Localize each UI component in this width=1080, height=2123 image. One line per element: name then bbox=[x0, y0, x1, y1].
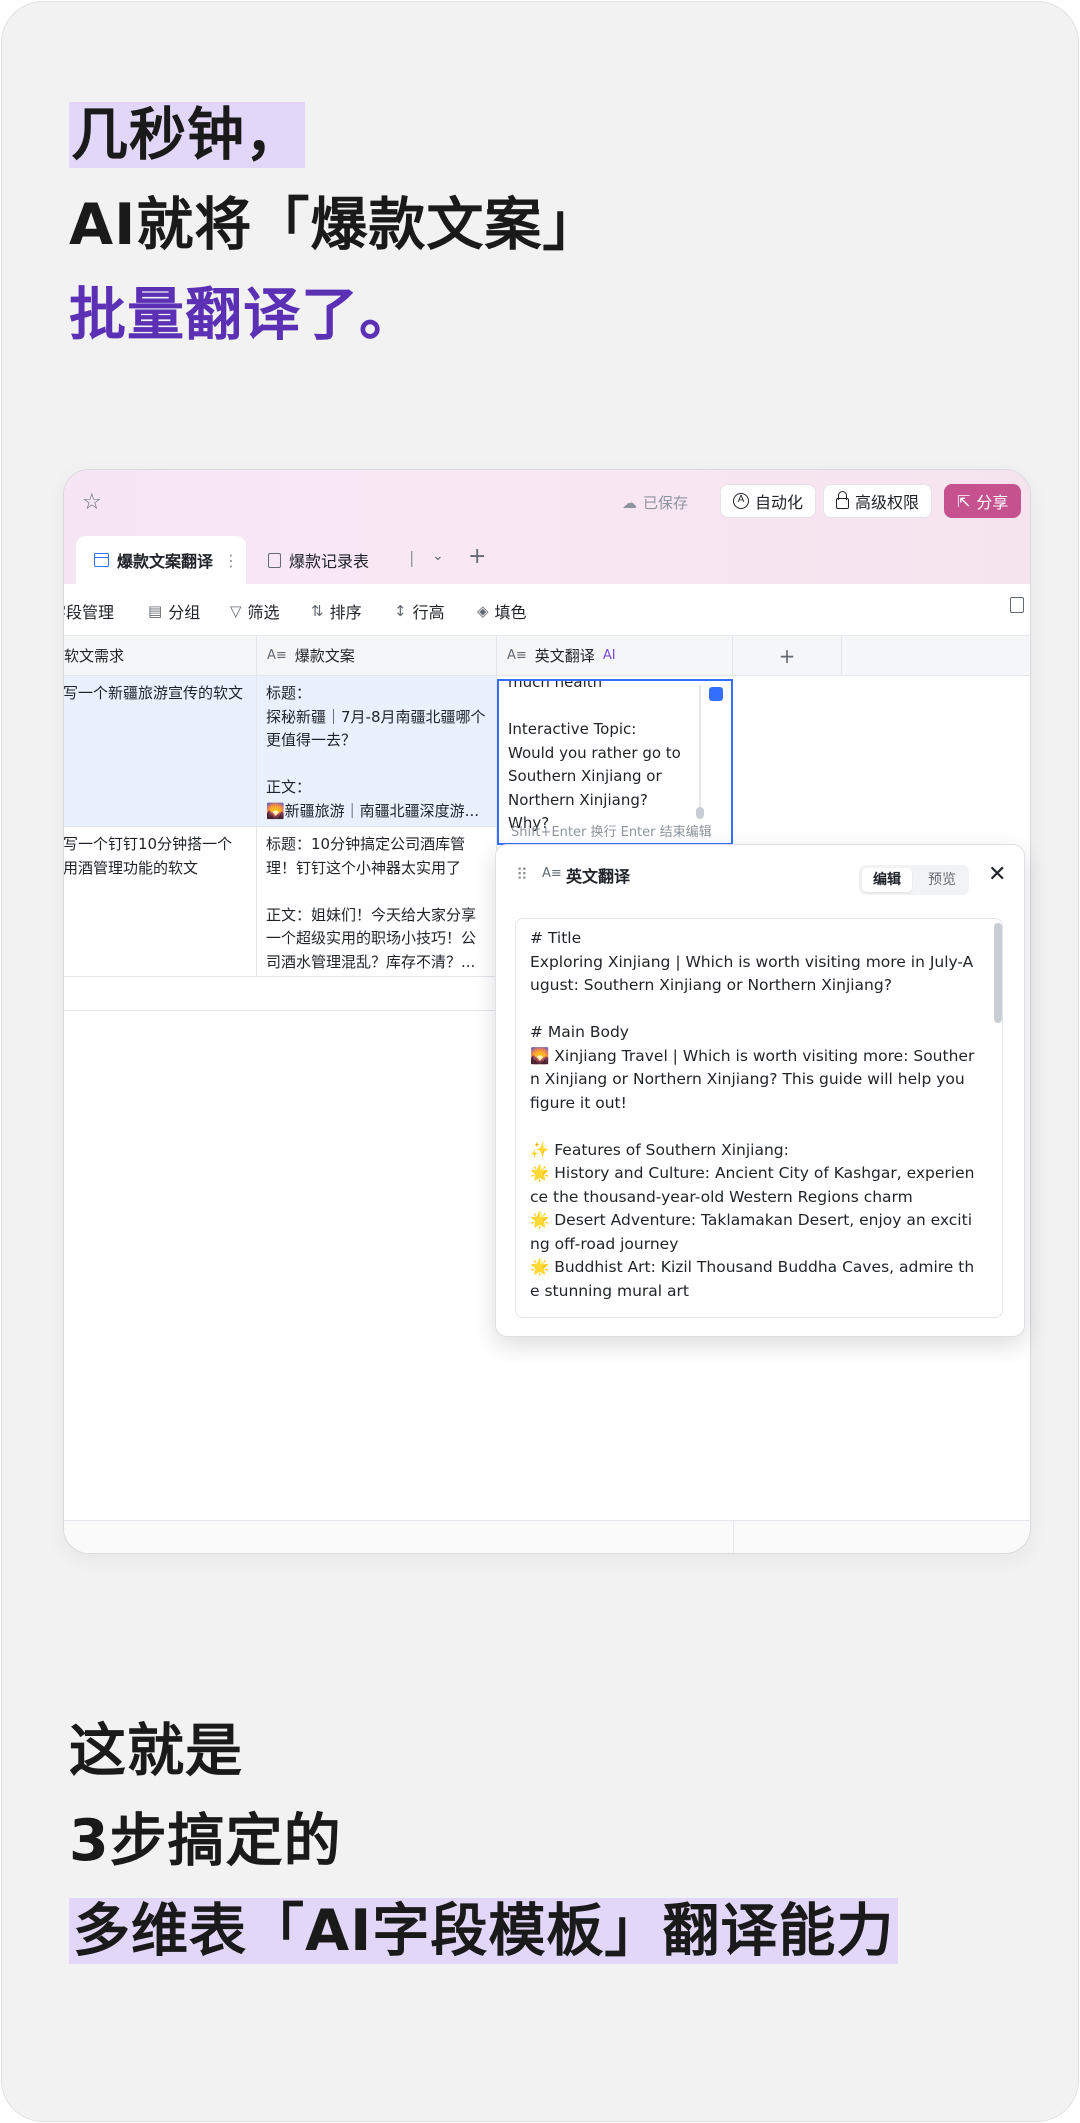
headline-line-1: 几秒钟， bbox=[69, 90, 600, 180]
sort-label: 排序 bbox=[329, 603, 362, 622]
panel-title: 英文翻译 bbox=[566, 867, 631, 886]
table-cell[interactable]: 写一个钉钉10分钟搭一个用酒管理功能的软文 bbox=[64, 827, 257, 977]
paint-bucket-icon: ◈ bbox=[477, 602, 489, 620]
mode-switch: 编辑 预览 bbox=[859, 865, 969, 895]
close-icon[interactable]: ✕ bbox=[988, 862, 1006, 887]
column-header-copy[interactable]: A≡ 爆款文案 bbox=[257, 636, 497, 676]
bottom-line-3: 多维表「AI字段模板」翻译能力 bbox=[69, 1886, 899, 1976]
ai-badge: AI bbox=[602, 648, 616, 663]
filter-button[interactable]: ▽ 筛选 bbox=[230, 599, 280, 623]
bottom-caption: 这就是 3步搞定的 多维表「AI字段模板」翻译能力 bbox=[69, 1706, 899, 1976]
panel-header: ⠿ A≡ 英文翻译 编辑 预览 ✕ bbox=[496, 845, 1024, 905]
row-height-icon: ↕ bbox=[394, 602, 407, 620]
row-height-button[interactable]: ↕ 行高 bbox=[394, 599, 445, 623]
tab-label: 爆款文案翻译 bbox=[117, 552, 214, 571]
footer-divider bbox=[733, 1521, 734, 1553]
group-icon: ▤ bbox=[148, 602, 163, 620]
expand-icon[interactable] bbox=[709, 687, 723, 701]
advanced-permissions-label: 高级权限 bbox=[855, 493, 920, 512]
headline-highlight: 几秒钟， bbox=[69, 102, 305, 168]
automation-button[interactable]: A 自动化 bbox=[720, 484, 817, 518]
app-topbar: ☆ ☁ 已保存 A 自动化 高级权限 ⇱ 分享 爆款文案翻译 ⋮ 爆款记录表 | ⌄ … bbox=[64, 470, 1030, 584]
cell-scrollbar[interactable] bbox=[696, 807, 704, 819]
fill-color-button[interactable]: ◈ 填色 bbox=[477, 599, 527, 623]
automation-icon: A bbox=[733, 493, 749, 509]
fill-color-label: 填色 bbox=[494, 603, 527, 622]
drag-handle-icon[interactable]: ⠿ bbox=[516, 865, 528, 884]
add-column-button[interactable]: + bbox=[733, 636, 842, 676]
editing-cell[interactable]: much health Interactive Topic: Would you… bbox=[497, 679, 733, 845]
add-tab-icon[interactable]: + bbox=[468, 544, 486, 569]
table-cell[interactable]: 标题：10分钟搞定公司酒库管理！钉钉这个小神器太实用了 正文：姐妹们！今天给大家… bbox=[257, 827, 497, 977]
row-height-label: 行高 bbox=[412, 603, 445, 622]
table-icon bbox=[94, 553, 109, 567]
grid-footer bbox=[64, 1520, 1030, 1553]
table-cell[interactable]: 写一个新疆旅游宣传的软文 bbox=[64, 676, 257, 827]
field-manage-button[interactable]: 字段管理 bbox=[64, 599, 115, 623]
field-detail-panel: ⠿ A≡ 英文翻译 编辑 预览 ✕ # Title Exploring Xinj… bbox=[495, 844, 1025, 1337]
automation-label: 自动化 bbox=[755, 493, 804, 512]
star-icon[interactable]: ☆ bbox=[82, 490, 102, 515]
column-header-label: 爆款文案 bbox=[294, 647, 355, 665]
tab-more-icon[interactable]: ⋮ bbox=[223, 551, 239, 570]
view-toolbar: 字段管理 ▤ 分组 ▽ 筛选 ⇅ 排序 ↕ 行高 ◈ 填色 bbox=[64, 584, 1030, 636]
panel-editor[interactable]: # Title Exploring Xinjiang | Which is wo… bbox=[515, 918, 1003, 1318]
sort-icon: ⇅ bbox=[311, 602, 324, 620]
editing-cell-text[interactable]: much health Interactive Topic: Would you… bbox=[508, 681, 686, 836]
column-header-label: 英文翻译 bbox=[534, 647, 595, 665]
bottom-line-2: 3步搞定的 bbox=[69, 1808, 342, 1874]
clipboard-icon[interactable] bbox=[1010, 597, 1024, 613]
saved-label: 已保存 bbox=[643, 494, 689, 512]
cloud-icon: ☁ bbox=[622, 493, 637, 512]
filter-icon: ▽ bbox=[230, 602, 242, 620]
panel-scrollbar[interactable] bbox=[994, 923, 1002, 1023]
tab-preview[interactable]: 预览 bbox=[919, 868, 965, 892]
advanced-permissions-button[interactable]: 高级权限 bbox=[823, 484, 933, 518]
form-icon bbox=[268, 552, 281, 568]
headline-line-2: AI就将「爆款文案」 bbox=[69, 192, 601, 258]
cell-scroll-track bbox=[699, 685, 701, 815]
share-button[interactable]: ⇱ 分享 bbox=[944, 484, 1022, 518]
filter-label: 筛选 bbox=[247, 603, 280, 622]
group-label: 分组 bbox=[168, 603, 201, 622]
bottom-highlight: 多维表「AI字段模板」翻译能力 bbox=[69, 1898, 899, 1964]
tab-divider: | bbox=[409, 548, 415, 567]
sheet-tabs: 爆款文案翻译 ⋮ 爆款记录表 | ⌄ + bbox=[64, 532, 1030, 584]
headline: 几秒钟， AI就将「爆款文案」 批量翻译了。 bbox=[69, 90, 600, 360]
chevron-down-icon[interactable]: ⌄ bbox=[432, 548, 444, 564]
sort-button[interactable]: ⇅ 排序 bbox=[311, 599, 362, 623]
share-icon: ⇱ bbox=[957, 491, 971, 511]
tab-label: 爆款记录表 bbox=[289, 552, 370, 571]
column-header-translation[interactable]: A≡ 英文翻译 AI bbox=[497, 636, 733, 676]
text-field-icon: A≡ bbox=[542, 866, 562, 881]
share-label: 分享 bbox=[976, 493, 1009, 512]
plus-icon: + bbox=[778, 643, 796, 668]
group-button[interactable]: ▤ 分组 bbox=[148, 599, 200, 623]
bottom-line-1: 这就是 bbox=[69, 1718, 243, 1784]
tab-edit[interactable]: 编辑 bbox=[862, 868, 912, 892]
column-header-label: 软文需求 bbox=[64, 647, 125, 665]
translation-content[interactable]: # Title Exploring Xinjiang | Which is wo… bbox=[530, 927, 975, 1303]
column-header-requirement[interactable]: 软文需求 bbox=[64, 636, 257, 676]
headline-line-3: 批量翻译了。 bbox=[69, 282, 417, 348]
tab-copy-records[interactable]: 爆款记录表 bbox=[268, 548, 369, 572]
header-filler bbox=[842, 636, 1030, 676]
edit-hint: Shift+Enter 换行 Enter 结束编辑 bbox=[511, 825, 712, 840]
lock-icon bbox=[836, 490, 849, 509]
field-manage-label: 字段管理 bbox=[64, 603, 115, 622]
tab-copy-translation[interactable]: 爆款文案翻译 ⋮ bbox=[76, 536, 246, 584]
text-field-icon: A≡ bbox=[507, 648, 527, 663]
text-field-icon: A≡ bbox=[267, 648, 287, 663]
add-row-strip[interactable] bbox=[64, 977, 497, 1011]
saved-status: ☁ 已保存 bbox=[622, 492, 688, 513]
promo-card: 几秒钟， AI就将「爆款文案」 批量翻译了。 ☆ ☁ 已保存 A 自动化 高级权限 … bbox=[1, 1, 1079, 2122]
table-cell[interactable]: 标题： 探秘新疆｜7月-8月南疆北疆哪个更值得一去？ 正文： 🌄新疆旅游｜南疆北… bbox=[257, 676, 497, 827]
